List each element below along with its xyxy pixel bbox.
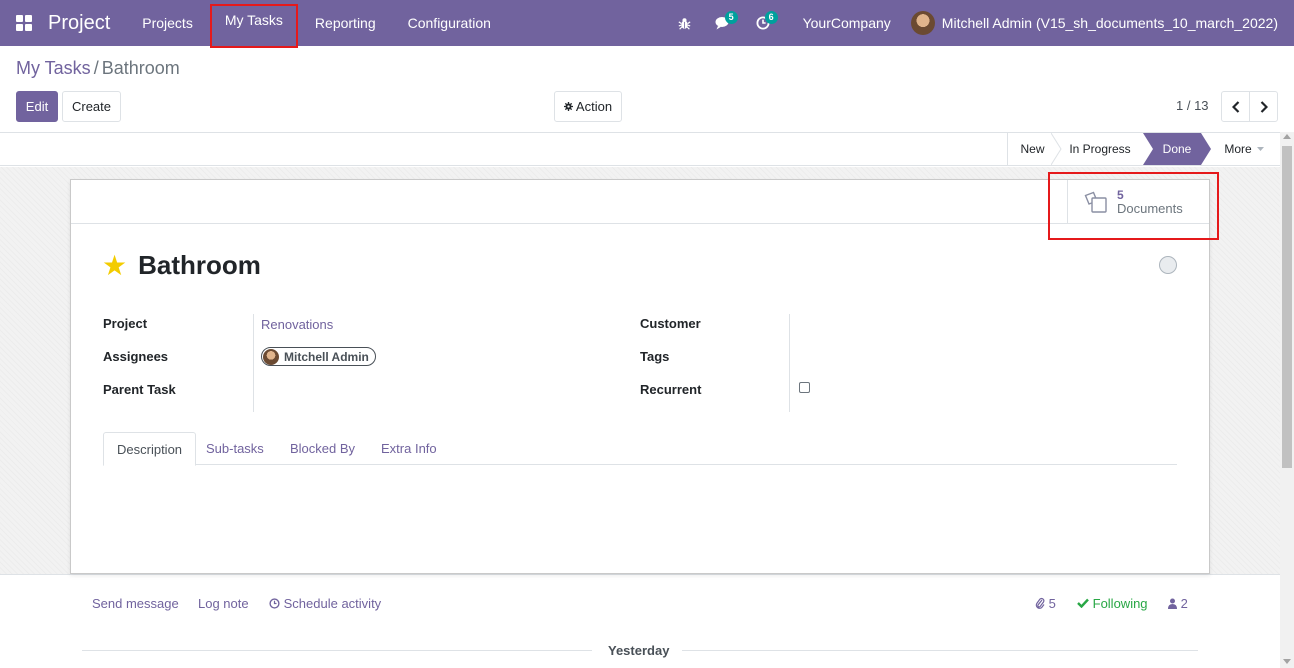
paperclip-icon bbox=[1035, 597, 1045, 609]
form-sheet: 5 Documents ★ Bathroom Project Renovatio… bbox=[70, 179, 1210, 574]
assignee-avatar bbox=[263, 348, 279, 365]
field-divider-left bbox=[253, 314, 254, 412]
notebook-tabs: Description Sub-tasks Blocked By Extra I… bbox=[103, 432, 1177, 466]
log-note-button[interactable]: Log note bbox=[198, 596, 249, 611]
breadcrumb-separator: / bbox=[93, 58, 99, 78]
gear-icon bbox=[563, 102, 573, 111]
tab-blocked-by[interactable]: Blocked By bbox=[277, 432, 368, 465]
top-navbar: Project Projects My Tasks Reporting Conf… bbox=[0, 0, 1294, 49]
chatter-topbar: Send message Log note Schedule activity … bbox=[82, 590, 1202, 618]
activities-badge: 6 bbox=[764, 11, 778, 24]
tags-label: Tags bbox=[640, 349, 670, 364]
menu-reporting[interactable]: Reporting bbox=[299, 0, 392, 46]
menu-my-tasks[interactable]: My Tasks bbox=[209, 3, 299, 49]
stage-in-progress[interactable]: In Progress bbox=[1057, 133, 1143, 165]
pager-previous-button[interactable] bbox=[1221, 91, 1250, 122]
clock-icon bbox=[269, 598, 280, 609]
pager-value[interactable]: 1 / 13 bbox=[1176, 98, 1209, 113]
chevron-right-icon bbox=[1260, 100, 1268, 113]
edit-button[interactable]: Edit bbox=[16, 91, 58, 122]
breadcrumb-current: Bathroom bbox=[101, 58, 180, 78]
chevron-left-icon bbox=[1231, 100, 1239, 113]
create-button[interactable]: Create bbox=[62, 91, 121, 122]
date-separator-line-right bbox=[682, 650, 1198, 651]
task-title[interactable]: Bathroom bbox=[138, 250, 261, 281]
kanban-state-icon[interactable] bbox=[1159, 256, 1177, 274]
tab-sub-tasks[interactable]: Sub-tasks bbox=[193, 432, 277, 465]
following-label: Following bbox=[1092, 596, 1148, 611]
following-button[interactable]: Following bbox=[1077, 596, 1148, 611]
menu-configuration[interactable]: Configuration bbox=[392, 0, 507, 46]
assignee-tag[interactable]: Mitchell Admin bbox=[261, 347, 376, 366]
status-bar: New In Progress Done More bbox=[0, 132, 1280, 166]
user-menu[interactable]: Mitchell Admin (V15_sh_documents_10_marc… bbox=[910, 11, 1294, 35]
priority-star-icon[interactable]: ★ bbox=[102, 251, 127, 280]
attachments-count: 5 bbox=[1048, 596, 1056, 611]
user-name: Mitchell Admin (V15_sh_documents_10_marc… bbox=[941, 15, 1278, 31]
user-avatar bbox=[910, 11, 935, 35]
scroll-down-arrow-icon[interactable] bbox=[1283, 659, 1291, 664]
action-button[interactable]: Action bbox=[554, 91, 622, 122]
scrollbar-thumb[interactable] bbox=[1282, 146, 1292, 468]
breadcrumb-my-tasks[interactable]: My Tasks bbox=[16, 58, 91, 78]
stage-done[interactable]: Done bbox=[1143, 133, 1211, 165]
project-value[interactable]: Renovations bbox=[261, 317, 333, 332]
project-label: Project bbox=[103, 316, 148, 331]
documents-highlight-annotation bbox=[1048, 172, 1219, 240]
send-message-button[interactable]: Send message bbox=[92, 596, 179, 611]
stage-more-dropdown[interactable]: More bbox=[1211, 133, 1277, 165]
page-scrollbar[interactable] bbox=[1280, 132, 1294, 668]
tab-description[interactable]: Description bbox=[103, 432, 197, 466]
schedule-activity-button[interactable]: Schedule activity bbox=[269, 596, 381, 611]
messages-badge: 5 bbox=[724, 11, 738, 24]
followers-button[interactable]: 2 bbox=[1168, 596, 1188, 611]
assignees-label: Assignees bbox=[103, 349, 169, 364]
parent-task-label: Parent Task bbox=[103, 382, 176, 397]
recurrent-checkbox[interactable] bbox=[799, 382, 810, 393]
stage-new[interactable]: New bbox=[1007, 133, 1057, 165]
action-label: Action bbox=[575, 99, 613, 114]
field-divider-right bbox=[789, 314, 790, 412]
smart-button-box: 5 Documents bbox=[71, 180, 1209, 224]
scroll-up-arrow-icon[interactable] bbox=[1283, 134, 1291, 139]
customer-label: Customer bbox=[640, 316, 701, 331]
assignee-name: Mitchell Admin bbox=[284, 349, 369, 364]
user-icon bbox=[1168, 598, 1177, 609]
date-separator: Yesterday bbox=[608, 643, 670, 658]
breadcrumb: My Tasks / Bathroom bbox=[16, 58, 180, 79]
followers-count: 2 bbox=[1180, 596, 1188, 611]
debug-bug-icon[interactable] bbox=[669, 0, 701, 46]
pager-next-button[interactable] bbox=[1249, 91, 1278, 122]
menu-projects[interactable]: Projects bbox=[126, 0, 209, 46]
company-switcher[interactable]: YourCompany bbox=[779, 15, 911, 31]
messaging-chat-icon[interactable]: 5 bbox=[707, 0, 739, 46]
schedule-activity-label: Schedule activity bbox=[283, 596, 382, 611]
activity-clock-icon[interactable]: 6 bbox=[747, 0, 779, 46]
app-name[interactable]: Project bbox=[48, 12, 126, 35]
check-icon bbox=[1077, 598, 1089, 609]
recurrent-label: Recurrent bbox=[640, 382, 702, 397]
tab-extra-info[interactable]: Extra Info bbox=[368, 432, 450, 465]
apps-menu-icon[interactable] bbox=[0, 0, 48, 46]
stage-more-label: More bbox=[1224, 142, 1252, 156]
attachments-button[interactable]: 5 bbox=[1035, 596, 1056, 611]
caret-down-icon bbox=[1256, 147, 1264, 151]
date-separator-line-left bbox=[82, 650, 592, 651]
